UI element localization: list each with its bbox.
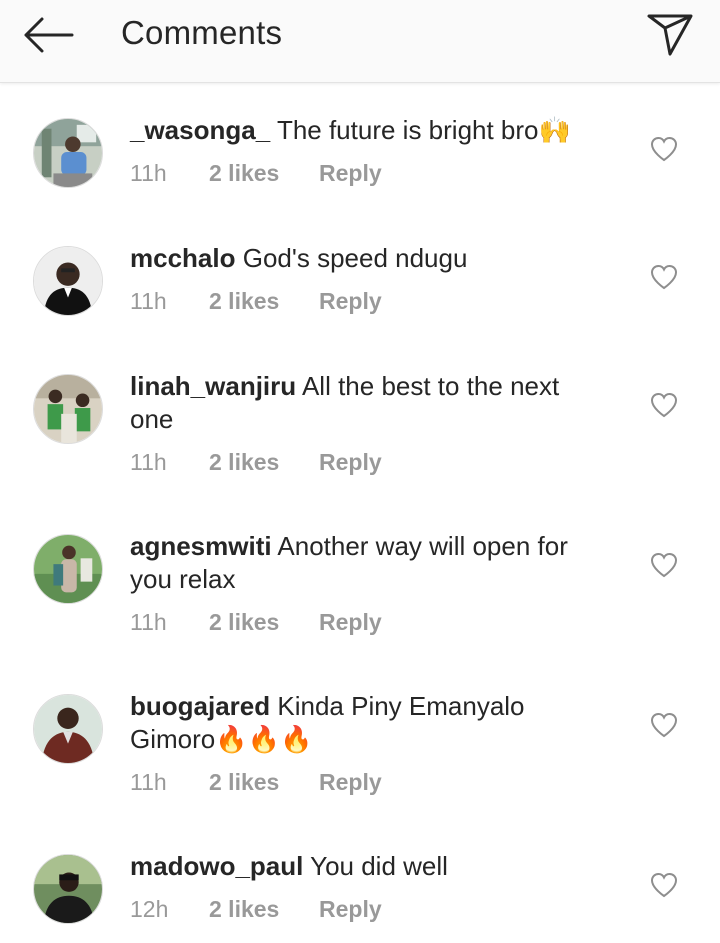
comment-likes[interactable]: 2 likes (209, 288, 279, 315)
comment-text: agnesmwiti Another way will open for you… (130, 530, 600, 596)
comment-text: madowo_paul You did well (130, 850, 600, 883)
reply-button[interactable]: Reply (319, 288, 382, 315)
heart-icon[interactable] (650, 872, 678, 898)
comment-likes[interactable]: 2 likes (209, 609, 279, 636)
avatar[interactable] (33, 854, 103, 924)
comment-time: 11h (130, 769, 167, 795)
comment-time: 11h (130, 160, 167, 186)
avatar[interactable] (33, 246, 103, 316)
avatar[interactable] (33, 118, 103, 188)
comment-time: 12h (130, 896, 169, 922)
comment-time: 11h (130, 609, 167, 635)
comment-likes[interactable]: 2 likes (209, 769, 279, 796)
comment-username[interactable]: agnesmwiti (130, 531, 272, 561)
comment-likes[interactable]: 2 likes (209, 896, 279, 923)
comment-time: 11h (130, 288, 167, 314)
comment-body: God's speed ndugu (242, 243, 468, 273)
heart-icon[interactable] (650, 552, 678, 578)
comment-body: The future is bright bro🙌 (276, 115, 571, 145)
comment-likes[interactable]: 2 likes (209, 449, 279, 476)
reply-button[interactable]: Reply (319, 609, 382, 636)
comment-text: _wasonga_ The future is bright bro🙌 (130, 114, 600, 147)
heart-icon[interactable] (650, 264, 678, 290)
heart-icon[interactable] (650, 392, 678, 418)
comment-text: mcchalo God's speed ndugu (130, 242, 600, 275)
comment-username[interactable]: mcchalo (130, 243, 236, 273)
comment-username[interactable]: _wasonga_ (130, 115, 270, 145)
arrow-left-icon (24, 17, 74, 53)
reply-button[interactable]: Reply (319, 896, 382, 923)
reply-button[interactable]: Reply (319, 160, 382, 187)
avatar[interactable] (33, 534, 103, 604)
comment-body: You did well (310, 851, 448, 881)
heart-icon[interactable] (650, 136, 678, 162)
heart-icon[interactable] (650, 712, 678, 738)
comment-time: 11h (130, 449, 167, 475)
comment-likes[interactable]: 2 likes (209, 160, 279, 187)
share-button[interactable] (644, 10, 696, 56)
page-title: Comments (121, 14, 283, 51)
comment-username[interactable]: buogajared (130, 691, 270, 721)
comment-username[interactable]: linah_wanjiru (130, 371, 296, 401)
avatar[interactable] (33, 374, 103, 444)
paper-plane-icon (647, 14, 693, 56)
comment-text: buogajared Kinda Piny Emanyalo Gimoro🔥🔥🔥 (130, 690, 600, 756)
reply-button[interactable]: Reply (319, 769, 382, 796)
reply-button[interactable]: Reply (319, 449, 382, 476)
comment-username[interactable]: madowo_paul (130, 851, 303, 881)
back-button[interactable] (22, 15, 74, 55)
comment-text: linah_wanjiru All the best to the next o… (130, 370, 600, 436)
top-bar: Comments (0, 0, 720, 83)
avatar[interactable] (33, 694, 103, 764)
